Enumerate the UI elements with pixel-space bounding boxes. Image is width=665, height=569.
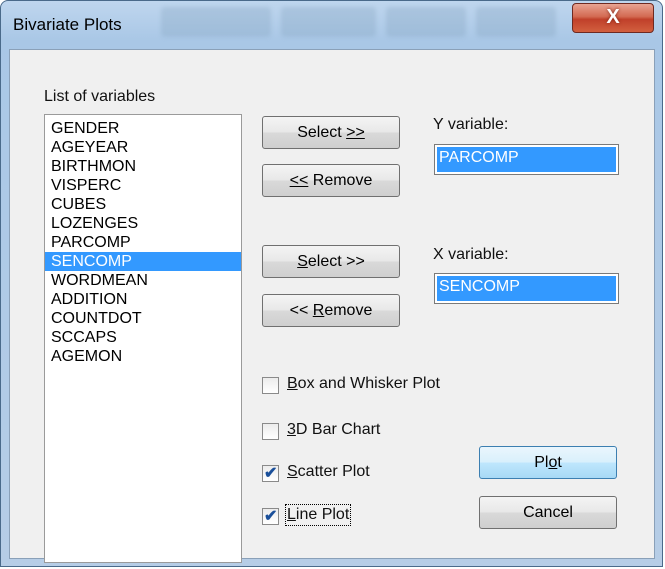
- select-x-button[interactable]: Select >>: [262, 245, 400, 278]
- variable-list-item[interactable]: VISPERC: [45, 176, 241, 195]
- close-button[interactable]: X: [572, 3, 654, 33]
- variable-list-item[interactable]: WORDMEAN: [45, 271, 241, 290]
- y-variable-field[interactable]: PARCOMP: [434, 144, 619, 175]
- background-blur: [476, 7, 556, 37]
- variable-list-item[interactable]: CUBES: [45, 195, 241, 214]
- variable-list-item[interactable]: PARCOMP: [45, 233, 241, 252]
- variable-list-item[interactable]: AGEMON: [45, 347, 241, 366]
- option-checkbox[interactable]: ✔: [262, 508, 279, 525]
- bivariate-plots-window: Bivariate Plots X List of variables GEND…: [0, 0, 663, 567]
- background-blur: [281, 7, 376, 37]
- y-variable-label: Y variable:: [433, 116, 509, 133]
- variable-list-item[interactable]: COUNTDOT: [45, 309, 241, 328]
- variables-list-label: List of variables: [44, 88, 156, 105]
- option-label[interactable]: Box and Whisker Plot: [287, 375, 440, 393]
- plot-button[interactable]: Plot: [479, 446, 617, 479]
- x-variable-value: SENCOMP: [437, 276, 616, 301]
- checkmark-icon: ✔: [264, 465, 278, 482]
- title-bar[interactable]: Bivariate Plots X: [1, 1, 662, 49]
- y-variable-value: PARCOMP: [437, 147, 616, 172]
- checkmark-icon: ✔: [264, 508, 278, 525]
- variables-listbox[interactable]: GENDER AGEYEAR BIRTHMON VISPERC CUBES LOZENGE…: [44, 114, 242, 563]
- variable-list-item[interactable]: ADDITION: [45, 290, 241, 309]
- variable-list-item[interactable]: BIRTHMON: [45, 157, 241, 176]
- variable-list-item[interactable]: GENDER: [45, 119, 241, 138]
- background-blur: [386, 7, 466, 37]
- dialog-client-area: List of variables GENDER AGEYEAR BIRTHMON V…: [9, 49, 655, 563]
- cancel-button[interactable]: Cancel: [479, 496, 617, 529]
- x-variable-label: X variable:: [433, 246, 509, 263]
- x-variable-field[interactable]: SENCOMP: [434, 273, 619, 304]
- remove-x-button[interactable]: << Remove: [262, 294, 400, 327]
- option-label[interactable]: 3D Bar Chart: [287, 421, 380, 439]
- remove-y-button[interactable]: << Remove: [262, 164, 400, 197]
- variable-list-item[interactable]: AGEYEAR: [45, 138, 241, 157]
- option-checkbox[interactable]: [262, 423, 279, 440]
- variable-list-item[interactable]: SCCAPS: [45, 328, 241, 347]
- option-checkbox[interactable]: [262, 377, 279, 394]
- select-y-button[interactable]: Select >>: [262, 116, 400, 149]
- variable-list-item[interactable]: SENCOMP: [45, 252, 241, 271]
- option-checkbox[interactable]: ✔: [262, 465, 279, 482]
- option-label[interactable]: Line Plot: [284, 504, 352, 526]
- window-title: Bivariate Plots: [13, 15, 122, 34]
- background-blur: [161, 7, 271, 37]
- variable-list-item[interactable]: LOZENGES: [45, 214, 241, 233]
- option-label[interactable]: Scatter Plot: [287, 463, 370, 481]
- close-icon: X: [606, 6, 620, 28]
